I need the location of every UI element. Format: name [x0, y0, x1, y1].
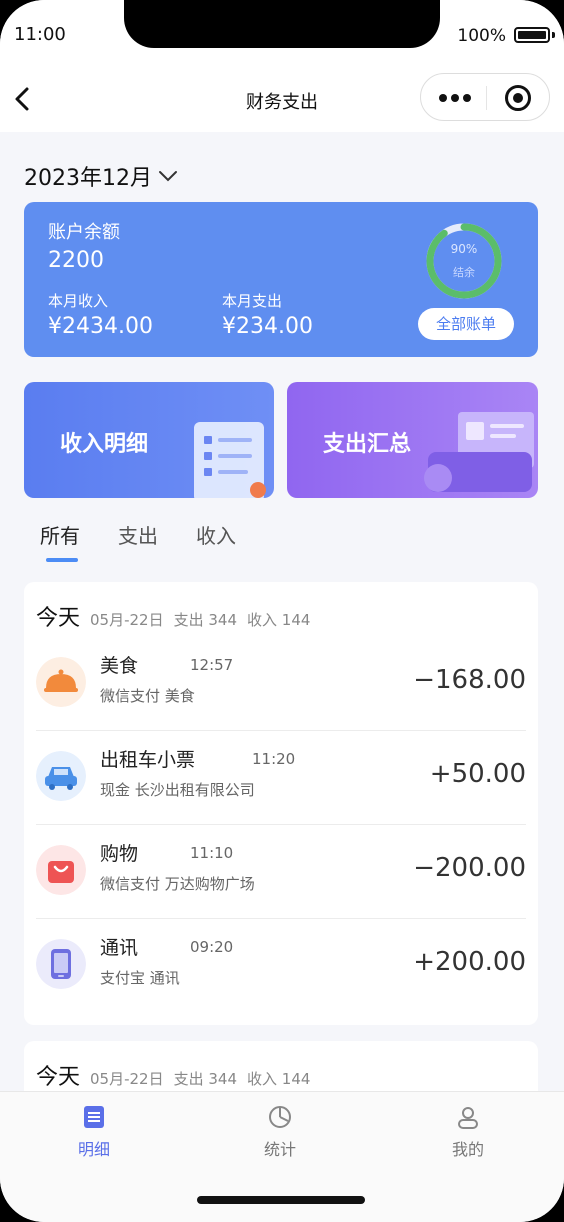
transaction-detail: 微信支付 美食 — [100, 687, 195, 705]
more-dots-icon[interactable] — [439, 94, 471, 102]
transaction-amount: −200.00 — [413, 853, 526, 883]
transaction-amount: +200.00 — [413, 947, 526, 977]
income-detail-title: 收入明细 — [60, 432, 149, 457]
income-amount: ¥2434.00 — [48, 314, 153, 339]
transaction-time: 11:20 — [252, 750, 296, 768]
transaction-row[interactable]: 美食 12:57 微信支付 美食 −168.00 — [36, 637, 526, 731]
document-illustration-icon — [194, 422, 266, 498]
expense-amount: ¥234.00 — [222, 314, 313, 339]
day-title: 今天 — [36, 606, 81, 631]
transaction-amount: −168.00 — [413, 665, 526, 695]
day-income: 收入 144 — [247, 1070, 311, 1088]
capsule-divider — [486, 86, 487, 110]
day-header: 今天 05月-22日 支出 344 收入 144 — [36, 1059, 310, 1091]
shopping-bag-icon — [36, 845, 86, 895]
food-cloche-icon — [36, 657, 86, 707]
transaction-name: 通讯 — [100, 937, 139, 959]
income-detail-card[interactable]: 收入明细 — [24, 382, 274, 498]
all-bills-button[interactable]: 全部账单 — [418, 308, 514, 340]
home-indicator — [197, 1196, 365, 1204]
nav-bar: 财务支出 — [0, 66, 564, 132]
nav-label: 我的 — [451, 1140, 484, 1159]
day-title: 今天 — [36, 1065, 81, 1090]
battery-percent: 100% — [457, 26, 506, 46]
pie-chart-icon — [269, 1106, 291, 1128]
status-bar: 11:00 100% — [0, 0, 564, 66]
target-icon[interactable] — [505, 85, 531, 111]
transaction-time: 11:10 — [190, 844, 234, 862]
expense-label: 本月支出 — [222, 292, 283, 310]
transaction-row[interactable]: 出租车小票 11:20 现金 长沙出租有限公司 +50.00 — [36, 731, 526, 825]
tab-income[interactable]: 收入 — [196, 520, 236, 549]
battery-cap — [552, 32, 555, 38]
mini-program-capsule — [420, 73, 550, 121]
transaction-amount: +50.00 — [429, 759, 526, 789]
nav-label: 明细 — [77, 1140, 110, 1159]
status-time: 11:00 — [14, 24, 66, 45]
transaction-name: 美食 — [100, 655, 139, 677]
nav-item-stats[interactable]: 统计 — [220, 1104, 340, 1160]
day-expense: 支出 344 — [173, 611, 238, 629]
month-label: 2023年12月 — [24, 166, 152, 191]
income-label: 本月收入 — [48, 292, 109, 310]
transaction-detail: 现金 长沙出租有限公司 — [100, 781, 255, 799]
phone-icon — [36, 939, 86, 989]
list-icon — [84, 1106, 104, 1128]
ring-percent: 90% — [450, 242, 478, 256]
day-expense: 支出 344 — [173, 1070, 238, 1088]
chevron-down-icon — [158, 171, 177, 182]
balance-label: 账户余额 — [48, 222, 120, 243]
transaction-time: 12:57 — [190, 656, 234, 674]
nav-label: 统计 — [263, 1140, 296, 1159]
taxi-icon — [36, 751, 86, 801]
transaction-detail: 微信支付 万达购物广场 — [100, 875, 255, 893]
ring-label: 结余 — [453, 266, 475, 279]
tab-indicator — [46, 558, 78, 562]
day-date: 05月-22日 — [90, 1070, 164, 1088]
transaction-name: 购物 — [100, 843, 139, 865]
filter-tabs: 所有 支出 收入 — [0, 508, 564, 568]
balance-card: 账户余额 2200 本月收入 ¥2434.00 本月支出 ¥234.00 90%… — [24, 202, 538, 357]
nav-item-detail[interactable]: 明细 — [34, 1104, 154, 1160]
transaction-row[interactable]: 购物 11:10 微信支付 万达购物广场 −200.00 — [36, 825, 526, 919]
battery-icon — [514, 27, 550, 43]
notch — [124, 0, 440, 48]
phone-screen: 11:00 100% 财务支出 2023年12月 账户余额 2200 本月收入 … — [0, 0, 564, 1222]
expense-summary-card[interactable]: 支出汇总 — [287, 382, 538, 498]
day-income: 收入 144 — [247, 611, 311, 629]
nav-item-profile[interactable]: 我的 — [408, 1104, 528, 1160]
day-date: 05月-22日 — [90, 611, 164, 629]
transaction-detail: 支付宝 通讯 — [100, 969, 180, 987]
day-card: 今天 05月-22日 支出 344 收入 144 美食 12:57 微信支付 美… — [24, 582, 538, 1025]
transaction-row[interactable]: 通讯 09:20 支付宝 通讯 +200.00 — [36, 919, 526, 1013]
balance-amount: 2200 — [48, 248, 104, 273]
tab-expense[interactable]: 支出 — [118, 520, 158, 549]
expense-summary-title: 支出汇总 — [323, 432, 412, 457]
user-icon — [458, 1107, 478, 1129]
day-header: 今天 05月-22日 支出 344 收入 144 — [36, 600, 310, 632]
month-selector[interactable]: 2023年12月 — [24, 160, 178, 192]
transaction-name: 出租车小票 — [100, 749, 196, 771]
transaction-time: 09:20 — [190, 938, 234, 956]
tab-all[interactable]: 所有 — [40, 520, 80, 549]
balance-ring — [426, 223, 502, 299]
wallet-illustration-icon — [424, 412, 534, 492]
